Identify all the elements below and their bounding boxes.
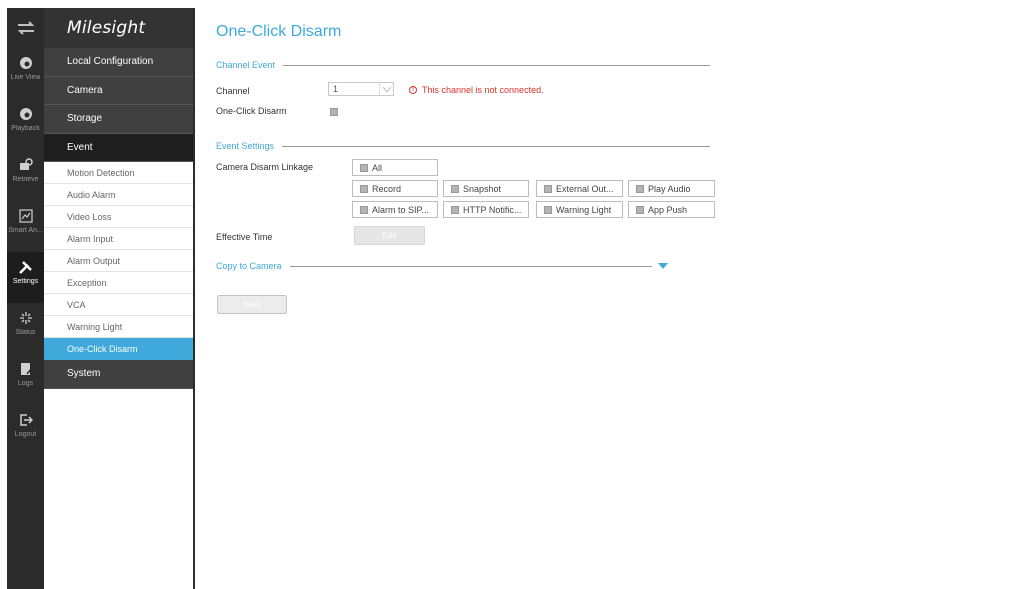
- channel-select[interactable]: 1: [328, 82, 394, 96]
- linkage-option-snapshot[interactable]: Snapshot: [443, 180, 529, 197]
- submenu-item-vca[interactable]: VCA: [44, 294, 193, 316]
- save-button[interactable]: Save: [217, 295, 287, 314]
- camera-disarm-linkage-label: Camera Disarm Linkage: [216, 162, 314, 172]
- checkbox-icon: [636, 184, 644, 193]
- section-event-settings: Event Settings: [216, 141, 710, 151]
- app-logo: Milesight: [67, 18, 146, 38]
- linkage-option-record[interactable]: Record: [352, 180, 438, 197]
- channel-select-value: 1: [333, 84, 339, 94]
- section-divider: [289, 265, 652, 267]
- rail-item-settings[interactable]: Settings: [7, 252, 44, 303]
- copy-to-camera-section: Copy to Camera: [216, 261, 668, 271]
- menu-item-system[interactable]: System: [44, 360, 193, 389]
- settings-menu: Milesight Local Configuration Camera Sto…: [44, 8, 195, 589]
- effective-time-label: Effective Time: [216, 232, 273, 242]
- one-click-disarm-label: One-Click Disarm: [216, 106, 287, 116]
- submenu-item-warning-light[interactable]: Warning Light: [44, 316, 193, 338]
- submenu-item-audio-alarm[interactable]: Audio Alarm: [44, 184, 193, 206]
- logout-icon: [17, 411, 35, 429]
- option-label: Alarm to SIP...: [372, 204, 429, 215]
- error-icon: !: [409, 86, 417, 94]
- menu-item-storage[interactable]: Storage: [44, 105, 193, 134]
- option-label: HTTP Notific...: [463, 204, 522, 215]
- submenu-item-motion-detection[interactable]: Motion Detection: [44, 162, 193, 184]
- rail-label: Retrieve: [12, 176, 39, 183]
- retrieve-icon: [17, 156, 35, 174]
- rail-item-status[interactable]: Status: [7, 303, 44, 354]
- linkage-option-play-audio[interactable]: Play Audio: [628, 180, 715, 197]
- option-label: App Push: [648, 204, 688, 215]
- checkbox-icon: [360, 184, 368, 193]
- rail-label: Smart An...: [8, 227, 43, 234]
- section-channel-event: Channel Event: [216, 60, 710, 70]
- rail-item-logs[interactable]: Logs: [7, 354, 44, 405]
- menu-item-camera[interactable]: Camera: [44, 76, 193, 105]
- submenu-item-alarm-input[interactable]: Alarm Input: [44, 228, 193, 250]
- edit-button[interactable]: Edit: [354, 226, 425, 245]
- copy-to-camera-toggle[interactable]: Copy to Camera: [216, 261, 290, 271]
- linkage-option-app-push[interactable]: App Push: [628, 201, 715, 218]
- checkbox-icon: [360, 163, 368, 172]
- triangle-down-icon[interactable]: [658, 263, 668, 269]
- chevron-down-icon: [379, 83, 393, 95]
- submenu-item-one-click-disarm[interactable]: One-Click Disarm: [44, 338, 193, 360]
- rail-item-live-view[interactable]: Live View: [7, 48, 44, 99]
- option-label: Play Audio: [648, 183, 691, 194]
- smart-analysis-icon: [17, 207, 35, 225]
- section-divider: [282, 145, 710, 147]
- checkbox-icon: [544, 184, 552, 193]
- swap-arrows-icon[interactable]: [7, 8, 44, 48]
- rail-label: Live View: [10, 74, 41, 81]
- settings-icon: [17, 258, 35, 276]
- option-label: Snapshot: [463, 183, 502, 194]
- channel-label: Channel: [216, 86, 250, 96]
- linkage-option-warning-light[interactable]: Warning Light: [536, 201, 623, 218]
- option-label: External Out...: [556, 183, 614, 194]
- icon-rail: Live View Playback Retrieve Smart An... …: [7, 8, 44, 589]
- one-click-disarm-checkbox[interactable]: [330, 108, 338, 116]
- rail-item-logout[interactable]: Logout: [7, 405, 44, 456]
- linkage-option-external-out[interactable]: External Out...: [536, 180, 623, 197]
- option-label: Record: [372, 183, 402, 194]
- checkbox-icon: [544, 205, 552, 214]
- checkbox-icon: [451, 205, 459, 214]
- channel-error-message: ! This channel is not connected.: [409, 85, 544, 95]
- rail-label: Status: [15, 329, 36, 336]
- checkbox-icon: [451, 184, 459, 193]
- submenu-item-alarm-output[interactable]: Alarm Output: [44, 250, 193, 272]
- rail-label: Playback: [11, 125, 40, 132]
- option-label: Warning Light: [556, 204, 612, 215]
- section-divider: [283, 64, 710, 66]
- rail-label: Logout: [14, 431, 37, 438]
- section-title: Event Settings: [216, 141, 275, 151]
- checkbox-icon: [360, 205, 368, 214]
- menu-header: Milesight: [44, 8, 193, 48]
- rail-item-retrieve[interactable]: Retrieve: [7, 150, 44, 201]
- playback-icon: [17, 105, 35, 123]
- live-view-icon: [17, 54, 35, 72]
- status-icon: [17, 309, 35, 327]
- option-label: All: [372, 162, 383, 173]
- menu-item-event[interactable]: Event: [44, 133, 193, 162]
- page-title: One-Click Disarm: [216, 23, 342, 40]
- rail-label: Logs: [17, 380, 34, 387]
- linkage-option-all[interactable]: All: [352, 159, 438, 176]
- rail-label: Settings: [12, 278, 39, 285]
- logs-icon: [17, 360, 35, 378]
- rail-item-playback[interactable]: Playback: [7, 99, 44, 150]
- menu-item-local-configuration[interactable]: Local Configuration: [44, 48, 193, 77]
- submenu-item-exception[interactable]: Exception: [44, 272, 193, 294]
- submenu-item-video-loss[interactable]: Video Loss: [44, 206, 193, 228]
- rail-item-smart-analysis[interactable]: Smart An...: [7, 201, 44, 252]
- error-text: This channel is not connected.: [422, 85, 544, 95]
- linkage-option-alarm-to-sip[interactable]: Alarm to SIP...: [352, 201, 438, 218]
- linkage-option-http-notification[interactable]: HTTP Notific...: [443, 201, 529, 218]
- section-title: Channel Event: [216, 60, 276, 70]
- checkbox-icon: [636, 205, 644, 214]
